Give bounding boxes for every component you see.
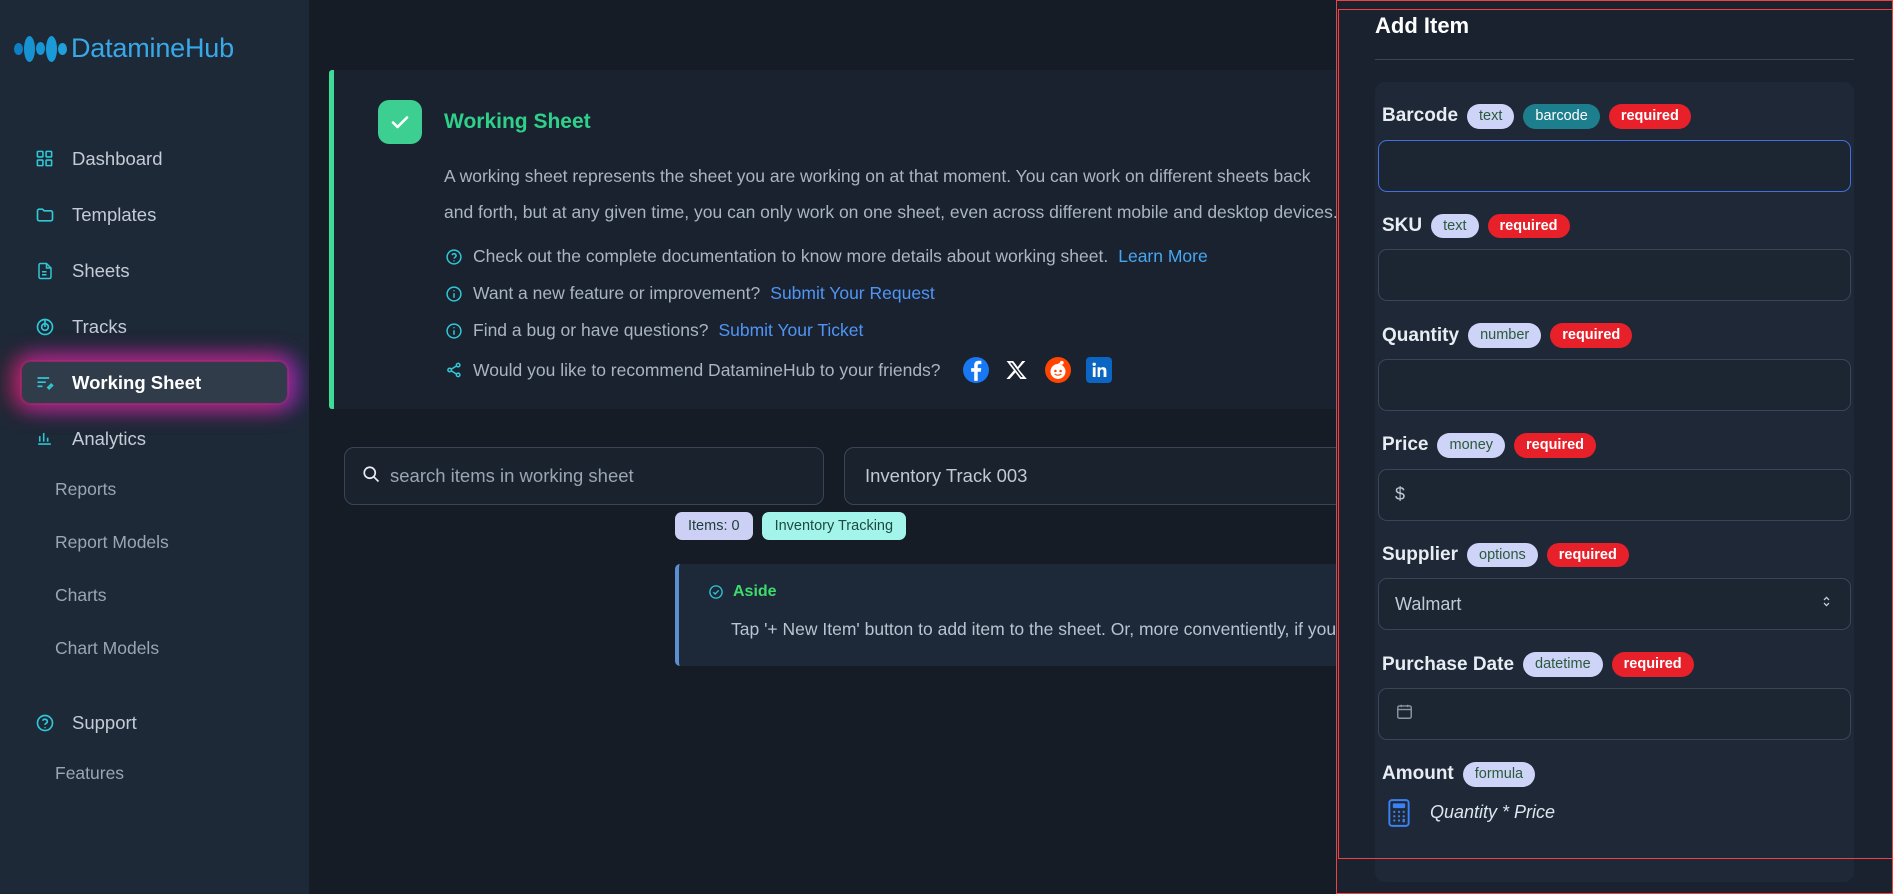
sidebar-item-sheets[interactable]: Sheets bbox=[22, 250, 287, 291]
logo-dots-icon bbox=[14, 35, 67, 62]
info-card-share-text: Would you like to recommend DatamineHub … bbox=[473, 359, 941, 380]
learn-more-link[interactable]: Learn More bbox=[1118, 246, 1208, 267]
info-card-title: Working Sheet bbox=[444, 110, 591, 133]
submit-ticket-link[interactable]: Submit Your Ticket bbox=[718, 320, 863, 341]
aside-title: Aside bbox=[733, 583, 777, 600]
sidebar-item-label: Templates bbox=[72, 203, 157, 225]
brand-name: DatamineHub bbox=[71, 33, 234, 63]
info-card-paragraph-line1: A working sheet represents the sheet you… bbox=[444, 166, 1311, 186]
sidebar-item-analytics[interactable]: Analytics bbox=[22, 418, 287, 459]
tracking-type-badge: Inventory Tracking bbox=[761, 512, 907, 540]
track-name: Inventory Track 003 bbox=[865, 465, 1028, 486]
info-card-doc-text: Check out the complete documentation to … bbox=[473, 246, 1109, 266]
document-icon bbox=[34, 260, 55, 281]
sidebar-item-label: Sheets bbox=[72, 259, 130, 281]
check-icon bbox=[378, 100, 422, 144]
sidebar-item-label: Support bbox=[72, 711, 137, 733]
sidebar-subitem-label: Chart Models bbox=[55, 638, 160, 658]
search-input[interactable] bbox=[390, 465, 807, 487]
info-card-doc-row: Check out the complete documentation to … bbox=[444, 246, 1379, 267]
target-icon bbox=[34, 316, 55, 337]
info-card-body: A working sheet represents the sheet you… bbox=[334, 158, 1389, 383]
sidebar-subitem-charts[interactable]: Charts bbox=[0, 580, 309, 611]
items-count-badge: Items: 0 bbox=[675, 512, 753, 540]
question-circle-icon bbox=[34, 712, 55, 733]
x-twitter-icon[interactable] bbox=[1004, 357, 1030, 383]
folder-icon bbox=[34, 204, 55, 225]
question-circle-icon bbox=[444, 247, 463, 266]
brand[interactable]: DatamineHub bbox=[0, 0, 309, 64]
toolbar-row: Inventory Track 003 bbox=[344, 447, 1484, 505]
submit-request-link[interactable]: Submit Your Request bbox=[770, 283, 934, 304]
search-icon bbox=[361, 464, 381, 489]
sidebar-subitem-chart-models[interactable]: Chart Models bbox=[0, 633, 309, 664]
sidebar-subitem-label: Report Models bbox=[55, 532, 169, 552]
info-card-feature-text: Want a new feature or improvement? bbox=[473, 283, 761, 303]
edit-list-icon bbox=[34, 372, 55, 393]
sidebar-subitem-features[interactable]: Features bbox=[0, 758, 309, 789]
sidebar-item-label: Analytics bbox=[72, 427, 147, 449]
app-root: DatamineHub Dashboard Templates Sheets T… bbox=[0, 0, 1893, 894]
info-card-header: Working Sheet bbox=[334, 100, 1389, 144]
sidebar: DatamineHub Dashboard Templates Sheets T… bbox=[0, 0, 309, 894]
sidebar-subitem-label: Charts bbox=[55, 585, 107, 605]
info-card-bug-row: Find a bug or have questions? Submit You… bbox=[444, 320, 1379, 341]
sidebar-nav: Dashboard Templates Sheets Tracks Workin… bbox=[0, 138, 309, 789]
bar-chart-icon bbox=[34, 428, 55, 449]
social-links bbox=[962, 357, 1112, 383]
badge-row: Items: 0 Inventory Tracking bbox=[675, 512, 907, 540]
sidebar-item-templates[interactable]: Templates bbox=[22, 194, 287, 235]
check-circle-icon bbox=[707, 584, 724, 601]
share-icon bbox=[444, 361, 463, 380]
sidebar-item-label: Working Sheet bbox=[72, 371, 202, 393]
sidebar-item-working-sheet[interactable]: Working Sheet bbox=[20, 360, 289, 405]
add-item-panel: Add Item Barcode text barcode required S… bbox=[1336, 0, 1893, 894]
sidebar-subitem-label: Features bbox=[55, 763, 125, 783]
info-circle-icon bbox=[444, 284, 463, 303]
sidebar-item-tracks[interactable]: Tracks bbox=[22, 306, 287, 347]
sidebar-item-label: Dashboard bbox=[72, 147, 163, 169]
reddit-icon[interactable] bbox=[1044, 357, 1071, 383]
sidebar-item-support[interactable]: Support bbox=[22, 702, 287, 743]
info-circle-icon bbox=[444, 321, 463, 340]
sidebar-item-label: Tracks bbox=[72, 315, 127, 337]
working-sheet-info-card: Working Sheet A working sheet represents… bbox=[329, 70, 1389, 409]
grid-icon bbox=[34, 148, 55, 169]
facebook-icon[interactable] bbox=[962, 357, 989, 383]
sidebar-subitem-label: Reports bbox=[55, 479, 117, 499]
sidebar-subitem-reports[interactable]: Reports bbox=[0, 474, 309, 505]
info-card-bug-text: Find a bug or have questions? bbox=[473, 320, 709, 340]
add-item-panel-highlight bbox=[1338, 9, 1892, 859]
search-box[interactable] bbox=[344, 447, 824, 505]
sidebar-subitem-report-models[interactable]: Report Models bbox=[0, 527, 309, 558]
info-card-paragraph-line2: and forth, but at any given time, you ca… bbox=[444, 202, 1338, 222]
linkedin-icon[interactable] bbox=[1085, 357, 1112, 383]
sidebar-item-dashboard[interactable]: Dashboard bbox=[22, 138, 287, 179]
info-card-share-row: Would you like to recommend DatamineHub … bbox=[444, 357, 1379, 383]
info-card-feature-row: Want a new feature or improvement? Submi… bbox=[444, 283, 1379, 304]
